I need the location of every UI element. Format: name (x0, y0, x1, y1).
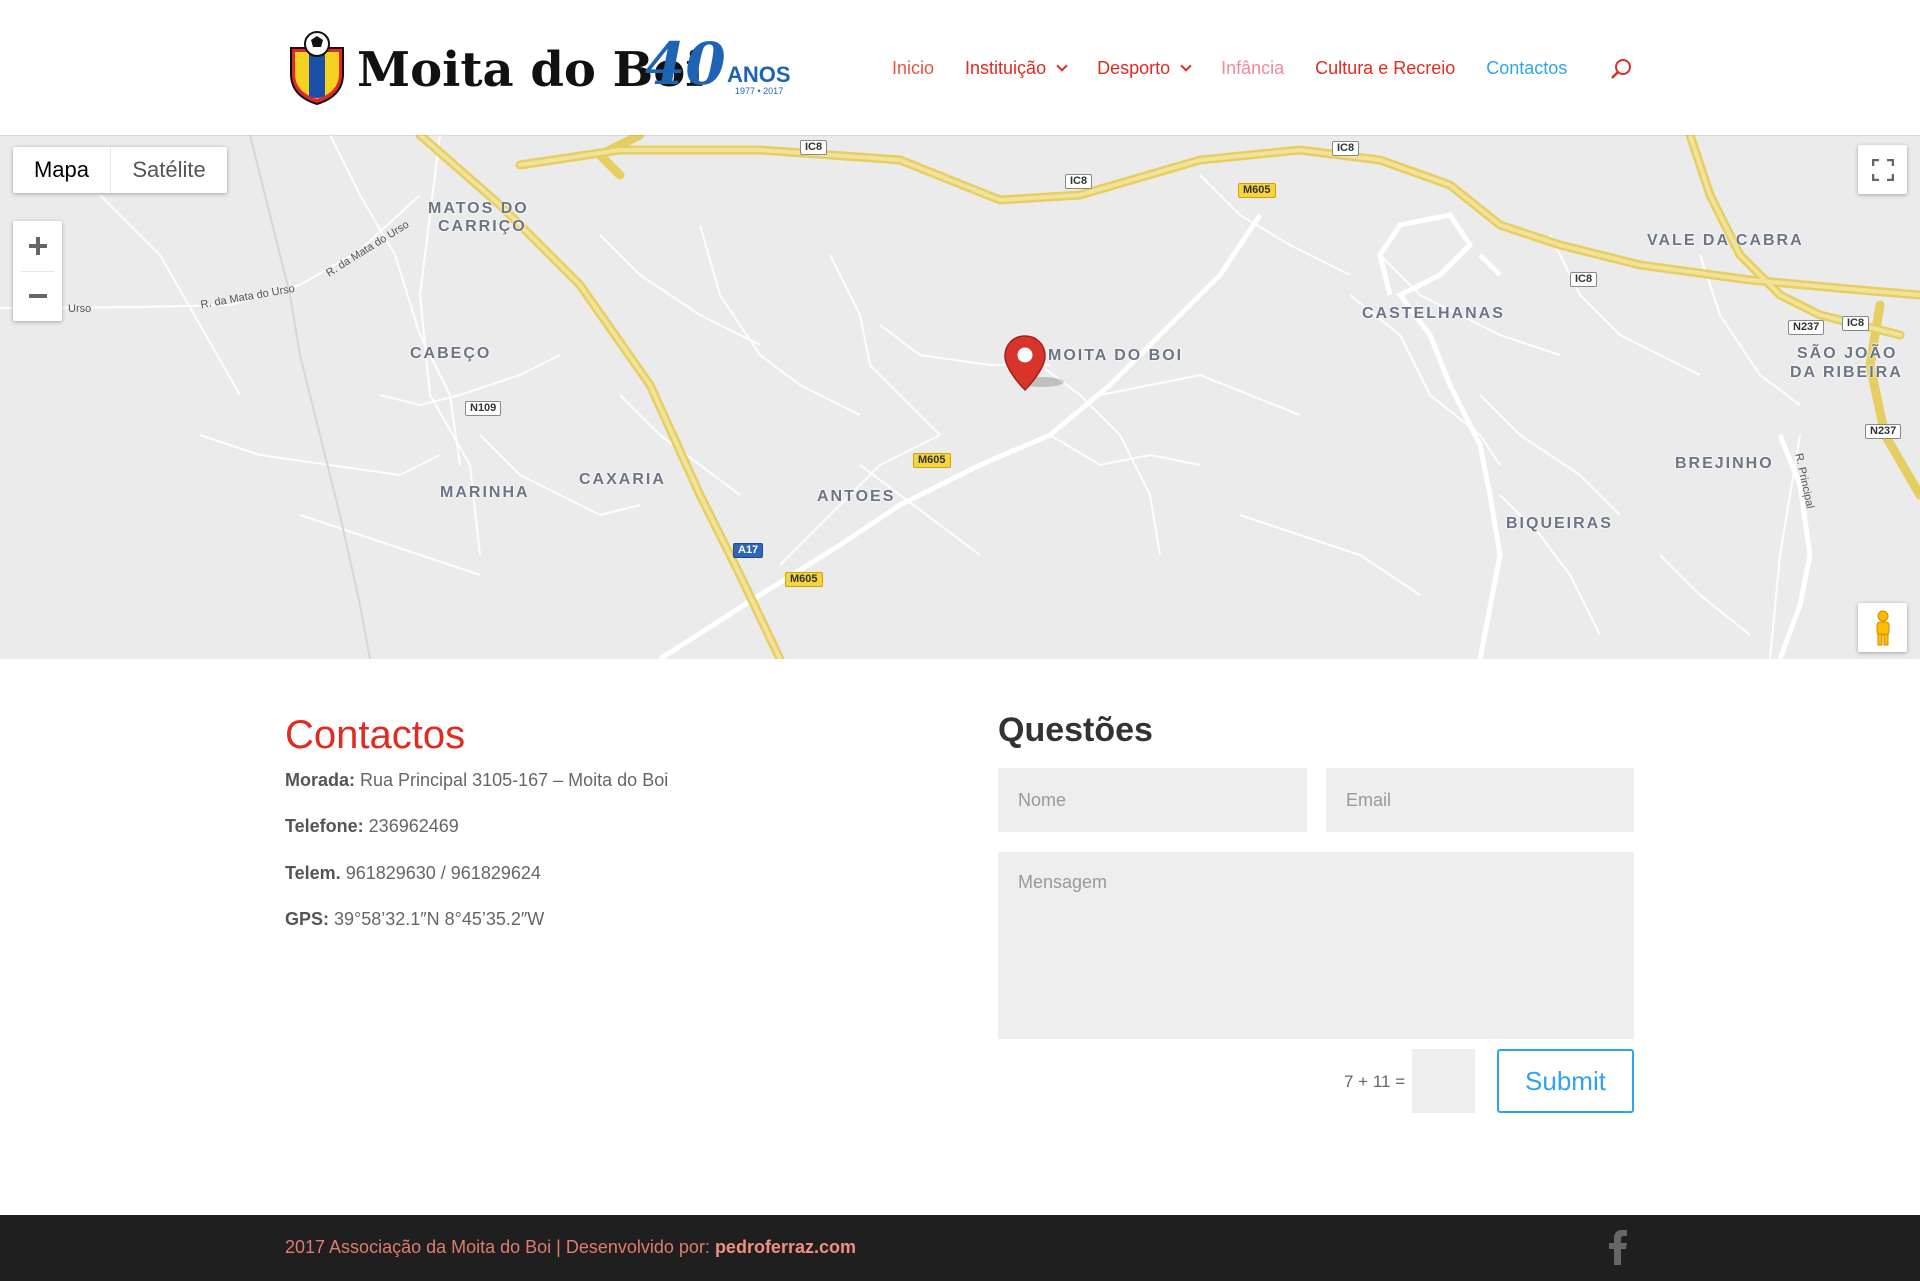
logo-years: 1977 • 2017 (735, 86, 784, 96)
main-nav: Inicio Instituição Desporto Infância Cul… (892, 56, 1598, 80)
road-shield: IC8 (1065, 174, 1093, 189)
address-value: Rua Principal 3105-167 – Moita do Boi (355, 770, 669, 790)
road-shield: A17 (733, 543, 764, 558)
map-type-satellite-button[interactable]: Satélite (111, 147, 227, 193)
club-crest-icon (290, 31, 344, 106)
chevron-down-icon (1180, 60, 1192, 72)
fullscreen-button[interactable] (1858, 145, 1907, 194)
map-pin-icon[interactable] (1003, 334, 1047, 392)
pegman-icon (1876, 610, 1889, 645)
nav-label: Inicio (892, 57, 935, 78)
submit-button[interactable]: Submit (1497, 1049, 1634, 1113)
google-map[interactable]: MATOS DO CARRIÇO CABEÇO MARINHA CAXARIA … (0, 135, 1920, 659)
address-label: Morada: (285, 770, 356, 790)
nav-label: Desporto (1097, 57, 1171, 78)
site-logo[interactable]: Moita do Boi 40 ANOS 1977 • 2017 (285, 28, 791, 108)
form-title: Questões (998, 711, 1153, 749)
phone-value: 236962469 (363, 816, 459, 836)
message-textarea[interactable] (998, 852, 1634, 1039)
footer-credit-link[interactable]: pedroferraz.com (715, 1237, 856, 1257)
phone-line: Telefone: 236962469 (285, 816, 459, 837)
email-input[interactable] (1326, 768, 1634, 832)
site-header: Moita do Boi 40 ANOS 1977 • 2017 Inicio … (0, 0, 1920, 135)
captcha-question: 7 + 11 = (1344, 1072, 1406, 1091)
nav-label: Infância (1221, 57, 1285, 78)
nav-item-inicio[interactable]: Inicio (892, 58, 934, 79)
street-view-pegman-button[interactable] (1858, 603, 1907, 652)
facebook-icon[interactable] (1608, 1229, 1628, 1265)
captcha-input[interactable] (1412, 1049, 1475, 1113)
map-place-label: MOITA DO BOI (1048, 347, 1184, 364)
plus-icon (28, 237, 47, 255)
map-place-label: VALE DA CABRA (1647, 232, 1804, 249)
zoom-divider (21, 271, 54, 272)
nav-label: Instituição (965, 57, 1047, 78)
nav-item-cultura-e-recreio[interactable]: Cultura e Recreio (1315, 58, 1455, 79)
map-place-label: CASTELHANAS (1362, 305, 1505, 322)
map-place-label: BREJINHO (1675, 455, 1774, 472)
site-footer: 2017 Associação da Moita do Boi | Desenv… (0, 1215, 1920, 1281)
nav-item-infancia[interactable]: Infância (1221, 58, 1284, 79)
mobile-line: Telem. 961829630 / 961829624 (285, 863, 541, 884)
nav-item-desporto[interactable]: Desporto (1097, 57, 1192, 79)
zoom-in-button[interactable] (13, 221, 62, 271)
search-icon[interactable] (1610, 58, 1632, 80)
contact-title: Contactos (285, 713, 466, 757)
nav-item-contactos[interactable]: Contactos (1486, 58, 1567, 79)
gps-label: GPS: (285, 909, 330, 929)
road-shield: M605 (785, 572, 823, 587)
map-place-label: MATOS DO (428, 200, 529, 217)
fullscreen-icon (1871, 158, 1894, 181)
map-place-label: CARRIÇO (438, 218, 527, 235)
map-place-label: ANTOES (817, 488, 896, 505)
footer-text: 2017 Associação da Moita do Boi | Desenv… (285, 1237, 715, 1257)
map-place-label: BIQUEIRAS (1506, 515, 1613, 532)
road-shield: N237 (1788, 320, 1825, 335)
nav-label: Cultura e Recreio (1315, 57, 1456, 78)
nav-label: Contactos (1486, 57, 1568, 78)
map-type-map-button[interactable]: Mapa (13, 147, 111, 193)
road-shield: IC8 (1332, 141, 1360, 156)
logo-anos: ANOS (727, 62, 791, 87)
map-place-label: DA RIBEIRA (1790, 364, 1903, 381)
road-shield: M605 (913, 453, 951, 468)
road-shield: N237 (1865, 424, 1902, 439)
chevron-down-icon (1056, 60, 1068, 72)
phone-label: Telefone: (285, 816, 364, 836)
zoom-out-button[interactable] (13, 271, 62, 321)
address-line: Morada: Rua Principal 3105-167 – Moita d… (285, 770, 668, 791)
logo-anniversary-number: 40 (645, 30, 726, 98)
map-place-label: CAXARIA (579, 471, 666, 488)
gps-value: 39°58’32.1″N 8°45’35.2″W (329, 909, 545, 929)
map-tiles (0, 135, 1920, 659)
map-type-control: Mapa Satélite (13, 147, 227, 193)
footer-copyright: 2017 Associação da Moita do Boi | Desenv… (285, 1237, 856, 1258)
map-place-label: CABEÇO (410, 345, 492, 362)
road-shield: IC8 (1842, 316, 1870, 331)
road-shield: M605 (1238, 183, 1276, 198)
gps-line: GPS: 39°58’32.1″N 8°45’35.2″W (285, 909, 544, 930)
minus-icon (28, 294, 47, 298)
name-input[interactable] (998, 768, 1307, 832)
road-shield: N109 (465, 401, 502, 416)
map-place-label: SÃO JOÃO (1797, 345, 1898, 362)
nav-item-instituicao[interactable]: Instituição (965, 57, 1068, 79)
street-label: Urso (68, 303, 92, 315)
zoom-control (13, 221, 62, 321)
road-shield: IC8 (800, 140, 828, 155)
map-place-label: MARINHA (440, 484, 530, 501)
mobile-label: Telem. (285, 863, 341, 883)
road-shield: IC8 (1570, 272, 1598, 287)
mobile-value: 961829630 / 961829624 (340, 863, 541, 883)
